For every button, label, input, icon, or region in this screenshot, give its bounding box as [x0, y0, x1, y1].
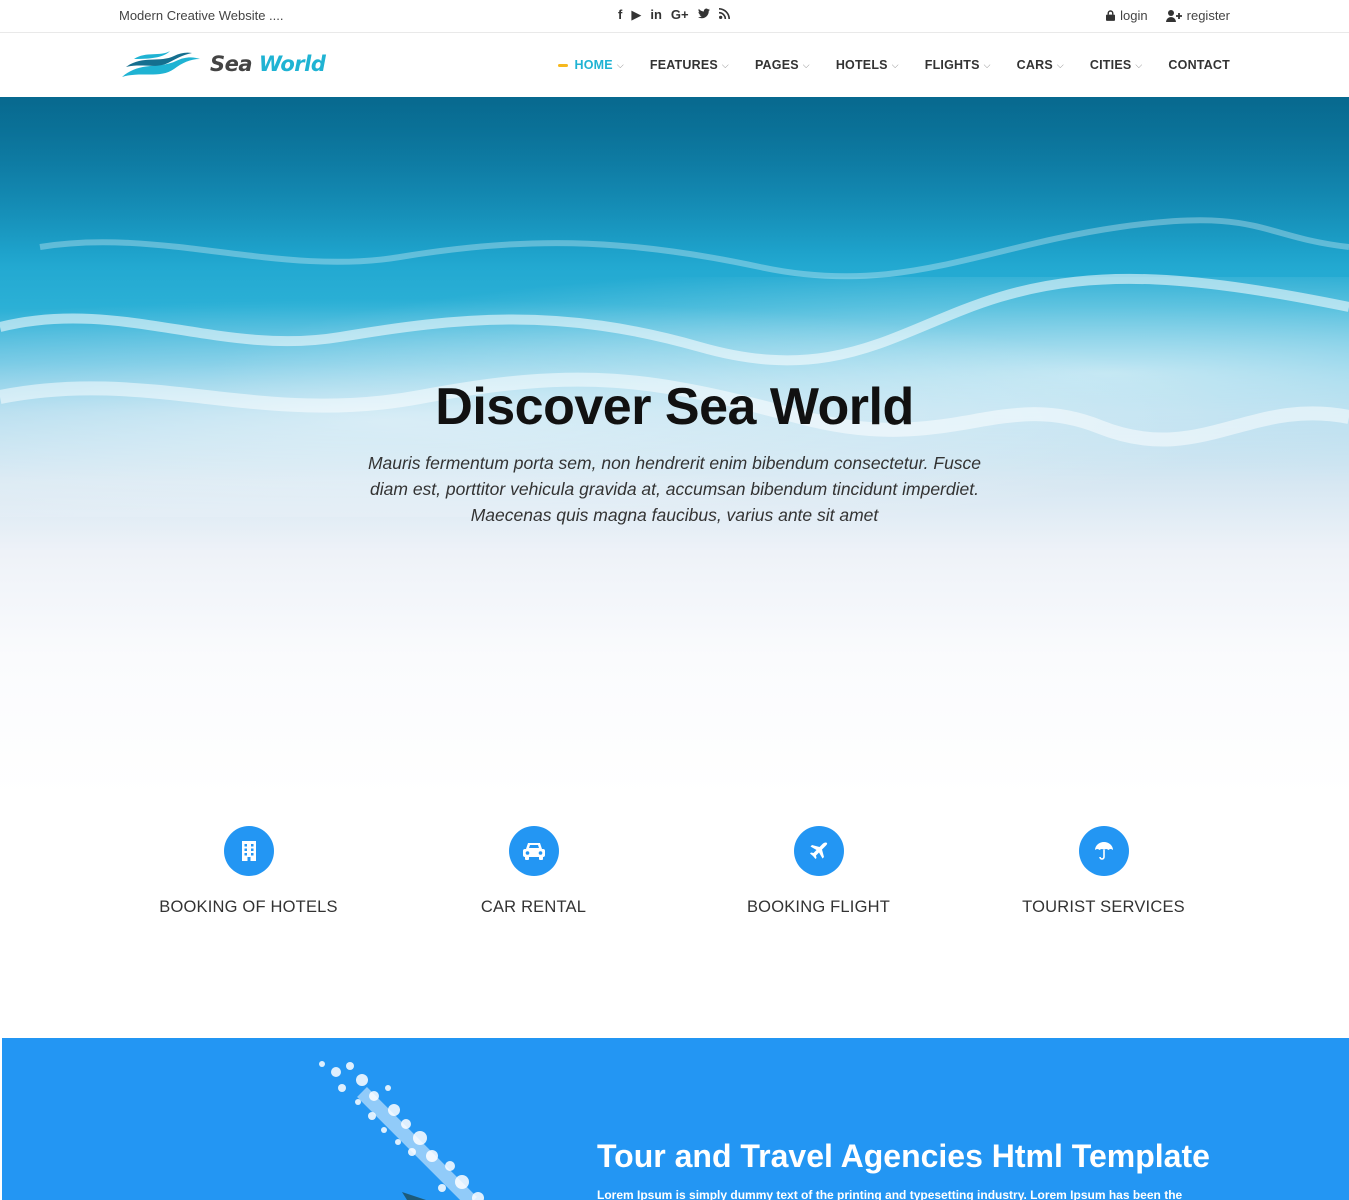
twitter-icon[interactable] [697, 7, 710, 23]
nav-item-home[interactable]: HOME ⌵ [557, 58, 624, 72]
building-icon [223, 826, 274, 876]
services-section: BOOKING OF HOTELS CAR RENTAL BOOKING FLI… [0, 797, 1349, 1037]
chevron-down-icon: ⌵ [721, 59, 729, 70]
active-marker [557, 63, 568, 67]
register-label: register [1186, 8, 1230, 23]
wave-logo-icon [122, 51, 200, 77]
service-tourist[interactable]: TOURIST SERVICES [961, 826, 1246, 917]
chevron-down-icon: ⌵ [1135, 59, 1143, 70]
chevron-down-icon: ⌵ [983, 59, 991, 70]
chevron-down-icon: ⌵ [1056, 59, 1064, 70]
chevron-down-icon: ⌵ [802, 59, 810, 70]
linkedin-icon[interactable]: in [650, 7, 662, 23]
promo-section: Tour and Travel Agencies Html Template L… [2, 1038, 1349, 1200]
hero-section: Discover Sea World Mauris fermentum port… [0, 97, 1349, 797]
add-user-icon [1165, 9, 1182, 22]
facebook-icon[interactable]: f [618, 7, 622, 23]
main-nav: HOME ⌵ FEATURES ⌵ PAGES ⌵ HOTELS ⌵ FLIGH… [557, 33, 1230, 97]
youtube-icon[interactable]: ▶ [631, 7, 641, 23]
logo-text: Sea World [210, 52, 326, 76]
nav-item-contact[interactable]: CONTACT [1168, 58, 1230, 72]
site-tagline: Modern Creative Website .... [119, 8, 284, 23]
chevron-down-icon: ⌵ [891, 59, 899, 70]
promo-text: Lorem Ipsum is simply dummy text of the … [597, 1188, 1183, 1200]
login-link[interactable]: login [1106, 8, 1148, 23]
service-flight[interactable]: BOOKING FLIGHT [676, 826, 961, 917]
main-header: Sea World HOME ⌵ FEATURES ⌵ PAGES ⌵ HOTE… [0, 33, 1349, 97]
nav-item-pages[interactable]: PAGES ⌵ [755, 58, 810, 72]
service-hotels[interactable]: BOOKING OF HOTELS [106, 826, 391, 917]
nav-item-cities[interactable]: CITIES ⌵ [1090, 58, 1143, 72]
hero-title: Discover Sea World [435, 378, 914, 436]
nav-item-flights[interactable]: FLIGHTS ⌵ [925, 58, 991, 72]
service-label: BOOKING OF HOTELS [159, 898, 338, 916]
hero-foam-lines [0, 217, 1349, 447]
auth-links: login register [1106, 8, 1230, 23]
service-label: CAR RENTAL [480, 898, 587, 916]
nav-item-cars[interactable]: CARS ⌵ [1017, 58, 1064, 72]
register-link[interactable]: register [1165, 8, 1230, 23]
nav-item-features[interactable]: FEATURES ⌵ [650, 58, 729, 72]
top-bar: Modern Creative Website .... f ▶ in G+ l… [0, 0, 1349, 33]
rss-icon[interactable] [718, 7, 730, 23]
social-links: f ▶ in G+ [618, 7, 730, 23]
plane-icon [793, 826, 844, 876]
lock-icon [1106, 10, 1116, 21]
hero-lead: Mauris fermentum porta sem, non hendreri… [367, 453, 982, 525]
water-splash-image [319, 1061, 484, 1200]
service-label: BOOKING FLIGHT [746, 898, 891, 916]
login-label: login [1120, 8, 1148, 23]
service-car-rental[interactable]: CAR RENTAL [391, 826, 676, 917]
nav-item-hotels[interactable]: HOTELS ⌵ [836, 58, 899, 72]
service-label: TOURIST SERVICES [1022, 898, 1185, 916]
chevron-down-icon: ⌵ [616, 59, 624, 70]
promo-heading: Tour and Travel Agencies Html Template [597, 1138, 1210, 1174]
site-logo[interactable]: Sea World [120, 47, 326, 81]
car-icon [508, 826, 559, 876]
google-plus-icon[interactable]: G+ [671, 7, 689, 23]
umbrella-icon [1078, 826, 1129, 876]
